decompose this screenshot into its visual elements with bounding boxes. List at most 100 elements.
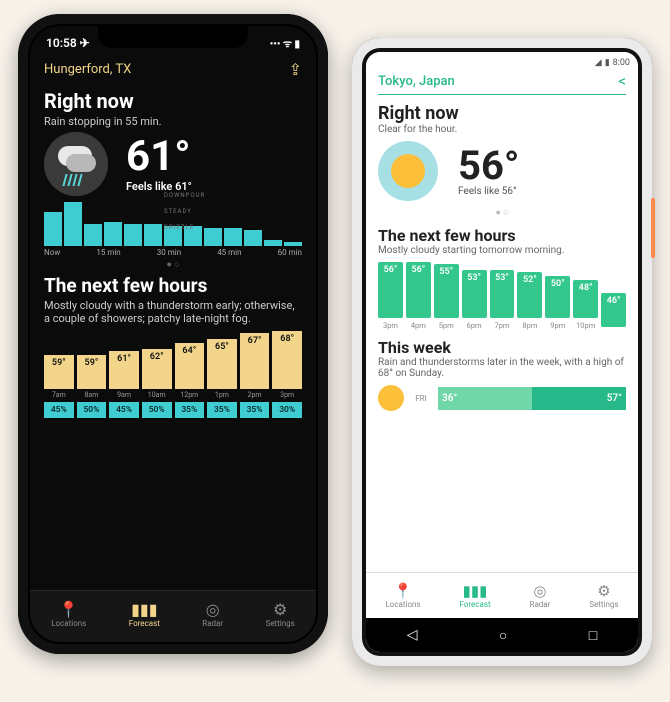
hourly-temp-bar: 65° <box>207 339 237 389</box>
precip-bar <box>84 224 102 246</box>
radar-icon: ◎ <box>202 600 223 619</box>
hourly-temp-bar: 59° <box>77 355 107 389</box>
precip-x-label: 30 min <box>157 248 181 257</box>
nav-home-icon[interactable]: ○ <box>499 627 507 644</box>
hourly-time: 10pm <box>573 321 598 330</box>
hourly-temp-bar: 59° <box>44 355 74 389</box>
week-lo: 36° <box>438 387 532 410</box>
hourly-col: 64°12pm35% <box>175 343 205 418</box>
tabbar: 📍Locations ▮▮▮Forecast ◎Radar ⚙Settings <box>366 572 638 618</box>
week-hi: 57° <box>532 387 626 410</box>
share-icon[interactable]: < <box>618 72 626 90</box>
precip-bar <box>104 222 122 246</box>
nav-back-icon[interactable]: ◁ <box>407 627 418 643</box>
precip-label-steady: STEADY <box>164 208 192 215</box>
precip-label-downpour: DOWNPOUR <box>164 192 205 199</box>
hourly-col: 46° <box>601 293 626 330</box>
rightnow-heading: Right now <box>44 89 302 113</box>
hourly-time: 8pm <box>517 321 542 330</box>
page-dots[interactable]: ● ○ <box>378 207 626 218</box>
hourly-col: 50°9pm <box>545 276 570 330</box>
precip-bar <box>204 228 222 246</box>
week-day-label: FRI <box>410 394 432 403</box>
precip-bar <box>264 240 282 246</box>
tab-forecast[interactable]: ▮▮▮Forecast <box>129 600 160 628</box>
bars-icon: ▮▮▮ <box>460 582 491 600</box>
gear-icon: ⚙ <box>266 600 295 619</box>
location-label[interactable]: Tokyo, Japan <box>378 74 455 89</box>
tab-locations[interactable]: 📍Locations <box>385 582 420 609</box>
nav-recents-icon[interactable]: □ <box>589 627 597 644</box>
hourly-time: 4pm <box>406 321 431 330</box>
tab-forecast[interactable]: ▮▮▮Forecast <box>460 582 491 609</box>
precip-bar <box>284 242 302 246</box>
hourly-precip: 35% <box>240 402 270 418</box>
hourly-time: 7am <box>44 391 74 399</box>
hourly-time: 7pm <box>490 321 515 330</box>
nfh-sub: Mostly cloudy starting tomorrow morning. <box>378 245 626 256</box>
hourly-temp-bar: 50° <box>545 276 570 318</box>
hourly-time: 1pm <box>207 391 237 399</box>
hourly-precip: 35% <box>175 402 205 418</box>
feels-like: Feels like 61° <box>126 180 192 193</box>
hourly-time: 5pm <box>434 321 459 330</box>
tab-settings[interactable]: ⚙Settings <box>589 582 618 609</box>
hourly-time: 2pm <box>240 391 270 399</box>
week-heading: This week <box>378 338 626 357</box>
hourly-col: 56°4pm <box>406 262 431 330</box>
week-row[interactable]: FRI 36° 57° <box>378 385 626 411</box>
hourly-time: 3pm <box>272 391 302 399</box>
tab-radar[interactable]: ◎Radar <box>202 600 223 628</box>
week-sub: Rain and thunderstorms later in the week… <box>378 357 626 379</box>
precip-bar <box>64 202 82 246</box>
precip-bar <box>44 212 62 246</box>
hourly-col: 52°8pm <box>517 272 542 330</box>
hourly-precip: 50% <box>142 402 172 418</box>
rain-cloud-icon <box>44 132 108 196</box>
hourly-time: 9pm <box>545 321 570 330</box>
ios-status-time: 10:58 ✈︎ <box>46 36 90 50</box>
pin-icon: 📍 <box>385 582 420 600</box>
hourly-chart[interactable]: 59°7am45%59°8am50%61°9am45%62°10am50%64°… <box>44 331 302 418</box>
android-navbar: ◁ ○ □ <box>366 618 638 652</box>
android-status-time: 8:00 <box>613 58 630 68</box>
hourly-precip: 45% <box>44 402 74 418</box>
hourly-temp-bar: 48° <box>573 280 598 318</box>
battery-icon: ▮ <box>605 58 610 68</box>
nfh-sub: Mostly cloudy with a thunderstorm early;… <box>44 299 302 325</box>
hourly-col: 59° 8am 50% <box>77 355 107 418</box>
ios-status-right: ••• ᯤ ▮ <box>270 36 300 50</box>
tab-radar[interactable]: ◎Radar <box>530 582 551 609</box>
signal-icon: ◢ <box>595 58 602 68</box>
hourly-temp-bar: 46° <box>601 293 626 327</box>
hourly-temp-bar: 64° <box>175 343 205 389</box>
hourly-chart[interactable]: 56°3pm56°4pm55°5pm53°6pm53°7pm52°8pm50°9… <box>378 262 626 330</box>
page-dots[interactable]: ● ○ <box>44 259 302 270</box>
hourly-col: 53°7pm <box>490 270 515 330</box>
hourly-temp-bar: 53° <box>462 270 487 318</box>
sun-small-icon <box>378 385 404 411</box>
current-temp: 56° <box>458 146 519 186</box>
hourly-col: 62°10am50% <box>142 349 172 418</box>
tabbar: 📍Locations ▮▮▮Forecast ◎Radar ⚙Settings <box>30 590 316 642</box>
precip-chart[interactable]: DOWNPOUR STEADY DRIZZLE Now15 min30 min4… <box>44 202 302 257</box>
location-label[interactable]: Hungerford, TX <box>44 62 131 77</box>
precip-label-drizzle: DRIZZLE <box>164 224 194 231</box>
hourly-temp-bar: 62° <box>142 349 172 389</box>
hourly-precip: 50% <box>77 402 107 418</box>
tab-locations[interactable]: 📍Locations <box>51 600 86 628</box>
hourly-col: 61°9am45% <box>109 351 139 418</box>
share-icon[interactable]: ⇪ <box>289 60 302 79</box>
hourly-temp-bar: 61° <box>109 351 139 389</box>
hourly-col: 67°2pm35% <box>240 333 270 418</box>
pin-icon: 📍 <box>51 600 86 619</box>
tab-settings[interactable]: ⚙Settings <box>266 600 295 628</box>
precip-bar <box>124 224 142 246</box>
hourly-time: 8am <box>77 391 107 399</box>
hourly-col: 53°6pm <box>462 270 487 330</box>
hourly-temp-bar: 55° <box>434 264 459 318</box>
precip-bar <box>224 228 242 246</box>
android-screen: ◢ ▮ 8:00 Tokyo, Japan < Right now Clear … <box>366 52 638 652</box>
rightnow-heading: Right now <box>378 103 626 124</box>
hourly-temp-bar: 53° <box>490 270 515 318</box>
